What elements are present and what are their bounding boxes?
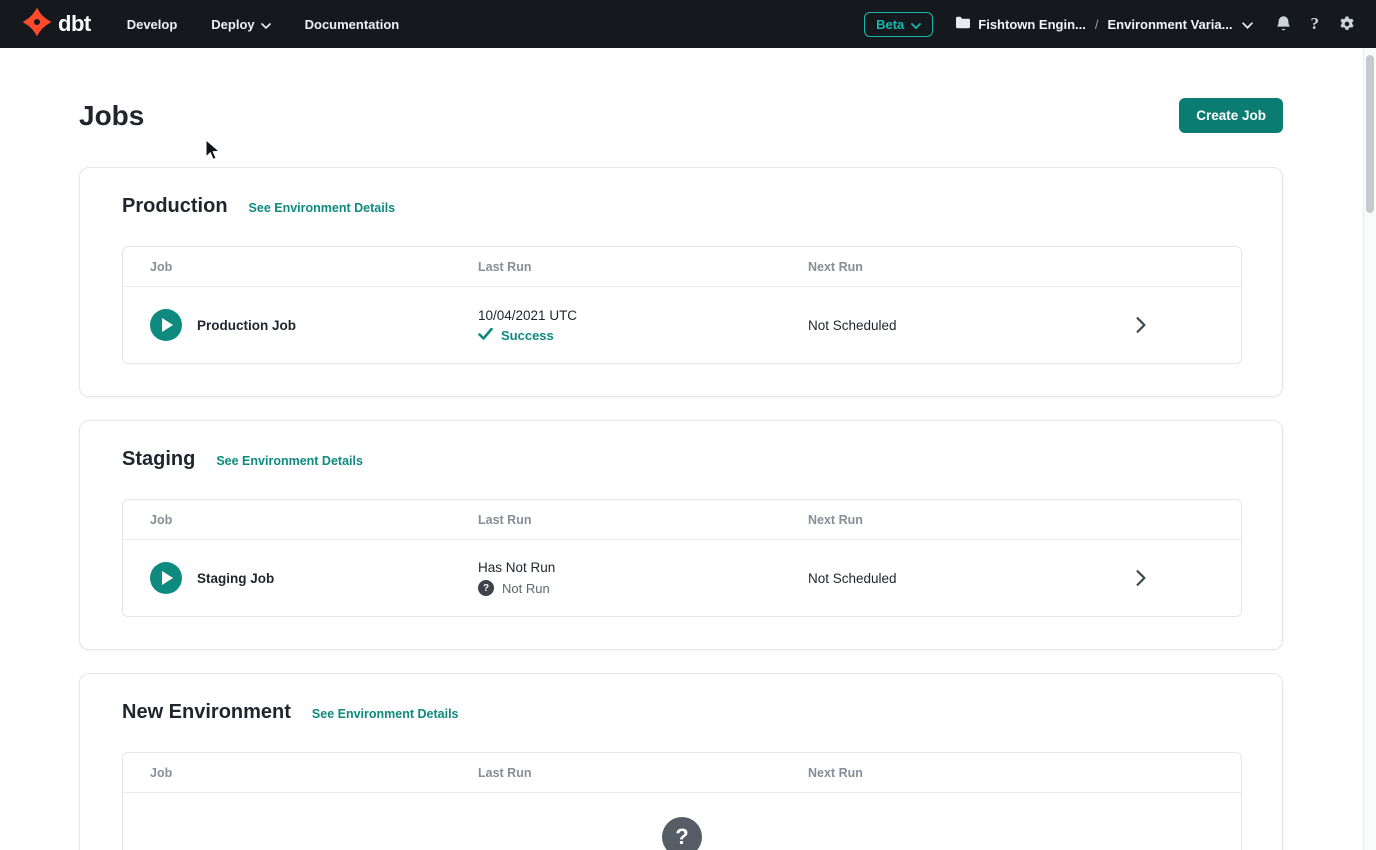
dbt-logo-text: dbt <box>58 11 91 37</box>
beta-badge[interactable]: Beta <box>864 12 933 37</box>
dbt-logo-icon <box>22 7 52 42</box>
success-check-icon <box>478 328 493 343</box>
nav-item-deploy-label: Deploy <box>211 17 254 32</box>
job-row-staging-job[interactable]: Staging Job Has Not Run ? Not Run Not Sc… <box>123 540 1241 616</box>
create-job-button[interactable]: Create Job <box>1179 98 1283 133</box>
environment-card-header: New Environment See Environment Details <box>122 701 1242 724</box>
column-header-last-run: Last Run <box>478 766 808 780</box>
column-header-next-run: Next Run <box>808 260 1121 274</box>
chevron-down-icon <box>261 17 271 32</box>
beta-badge-label: Beta <box>876 17 904 32</box>
breadcrumb-separator: / <box>1095 17 1099 32</box>
jobs-table-header: Job Last Run Next Run <box>123 500 1241 540</box>
nav-item-documentation[interactable]: Documentation <box>305 17 400 32</box>
last-run-status-label: Success <box>501 328 554 343</box>
job-cell: Production Job <box>150 309 478 341</box>
column-header-job: Job <box>150 766 478 780</box>
environment-card-header: Staging See Environment Details <box>122 448 1242 471</box>
last-run-status: ? Not Run <box>478 580 808 596</box>
navbar-icon-group: ? <box>1275 14 1357 34</box>
column-header-next-run: Next Run <box>808 766 1121 780</box>
run-job-play-button[interactable] <box>150 309 182 341</box>
job-name[interactable]: Production Job <box>197 318 296 333</box>
scrollbar-thumb[interactable] <box>1366 55 1374 213</box>
nav-item-develop-label: Develop <box>127 17 178 32</box>
environment-name: Staging <box>122 448 195 471</box>
last-run-cell: 10/04/2021 UTC Success <box>478 308 808 343</box>
navbar-left: dbt Develop Deploy Documentation <box>22 7 399 42</box>
chevron-down-icon[interactable] <box>1242 17 1253 32</box>
question-circle-icon: ? <box>662 817 702 850</box>
environment-name: Production <box>122 195 228 218</box>
environment-card-production: Production See Environment Details Job L… <box>79 167 1283 397</box>
column-header-next-run: Next Run <box>808 513 1121 527</box>
job-name[interactable]: Staging Job <box>197 571 274 586</box>
nav-item-deploy[interactable]: Deploy <box>211 17 270 32</box>
column-header-last-run: Last Run <box>478 513 808 527</box>
column-header-job: Job <box>150 513 478 527</box>
last-run-date: 10/04/2021 UTC <box>478 308 808 323</box>
empty-jobs-state: ? <box>123 793 1241 850</box>
navbar-right: Beta Fishtown Engin... / Environment Var… <box>864 12 1356 37</box>
nav-item-documentation-label: Documentation <box>305 17 400 32</box>
environment-card-header: Production See Environment Details <box>122 195 1242 218</box>
play-icon <box>162 571 173 585</box>
question-circle-icon: ? <box>478 580 494 596</box>
settings-gear-icon[interactable] <box>1338 15 1356 33</box>
column-header-job: Job <box>150 260 478 274</box>
last-run-date: Has Not Run <box>478 560 808 575</box>
dbt-logo[interactable]: dbt <box>22 7 91 42</box>
see-environment-details-link[interactable]: See Environment Details <box>216 454 363 468</box>
breadcrumb[interactable]: Fishtown Engin... / Environment Varia... <box>955 16 1252 32</box>
column-header-last-run: Last Run <box>478 260 808 274</box>
notifications-bell-icon[interactable] <box>1275 15 1292 33</box>
breadcrumb-project-label: Fishtown Engin... <box>978 17 1086 32</box>
run-job-play-button[interactable] <box>150 562 182 594</box>
chevron-right-icon[interactable] <box>1121 316 1161 334</box>
page-header: Jobs Create Job <box>79 98 1283 133</box>
top-navbar: dbt Develop Deploy Documentation Beta <box>0 0 1376 48</box>
nav-item-develop[interactable]: Develop <box>127 17 178 32</box>
jobs-table: Job Last Run Next Run Production Job 10/… <box>122 246 1242 364</box>
jobs-table: Job Last Run Next Run ? <box>122 752 1242 850</box>
environment-card-staging: Staging See Environment Details Job Last… <box>79 420 1283 650</box>
breadcrumb-current-label[interactable]: Environment Varia... <box>1108 17 1233 32</box>
environment-name: New Environment <box>122 701 291 724</box>
see-environment-details-link[interactable]: See Environment Details <box>312 707 459 721</box>
last-run-status: Success <box>478 328 808 343</box>
next-run-cell: Not Scheduled <box>808 571 1121 586</box>
see-environment-details-link[interactable]: See Environment Details <box>249 201 396 215</box>
help-icon[interactable]: ? <box>1311 14 1320 34</box>
play-icon <box>162 318 173 332</box>
next-run-cell: Not Scheduled <box>808 318 1121 333</box>
page-scrollbar[interactable] <box>1363 48 1376 850</box>
breadcrumb-project[interactable]: Fishtown Engin... <box>955 16 1086 32</box>
jobs-table-header: Job Last Run Next Run <box>123 247 1241 287</box>
folder-icon <box>955 16 971 32</box>
last-run-status-label: Not Run <box>502 581 550 596</box>
main-content: Jobs Create Job Production See Environme… <box>0 98 1376 850</box>
primary-nav: Develop Deploy Documentation <box>127 17 400 32</box>
page-title: Jobs <box>79 100 144 132</box>
jobs-table-header: Job Last Run Next Run <box>123 753 1241 793</box>
job-row-production-job[interactable]: Production Job 10/04/2021 UTC Success No… <box>123 287 1241 363</box>
chevron-down-icon <box>911 17 921 32</box>
job-cell: Staging Job <box>150 562 478 594</box>
last-run-cell: Has Not Run ? Not Run <box>478 560 808 596</box>
environment-card-new-environment: New Environment See Environment Details … <box>79 673 1283 850</box>
chevron-right-icon[interactable] <box>1121 569 1161 587</box>
jobs-table: Job Last Run Next Run Staging Job Has No… <box>122 499 1242 617</box>
